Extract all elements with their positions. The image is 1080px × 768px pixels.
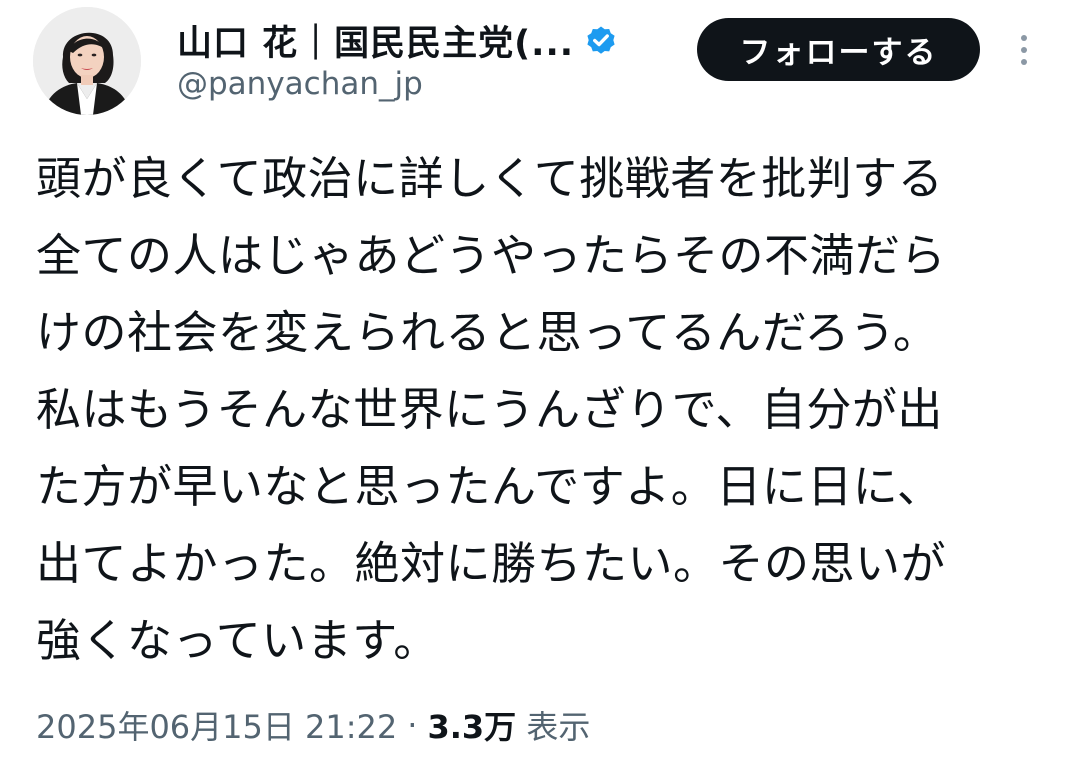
avatar[interactable]: [33, 7, 141, 115]
tweet-text: 頭が良くて政治に詳しくて挑戦者を批判する 全ての人はじゃあどうやったらその不満だ…: [36, 140, 1046, 679]
views-count: 3.3万: [427, 708, 517, 746]
tweet-timestamp[interactable]: 2025年06月15日 21:22: [36, 702, 397, 748]
tweet-text-line: 出てよかった。絶対に勝ちたい。その思いが: [36, 537, 947, 590]
tweet-text-line: 強くなっています。: [36, 614, 439, 667]
more-dot-icon: [1021, 59, 1027, 65]
more-dot-icon: [1021, 47, 1027, 53]
author-name-row[interactable]: 山口 花｜国民民主党(...: [177, 14, 618, 66]
tweet-text-line: 私はもうそんな世界にうんざりで、自分が出: [36, 383, 943, 436]
author-display-name[interactable]: 山口 花｜国民民主党(...: [177, 15, 574, 66]
views-label: 表示: [526, 708, 591, 746]
verified-badge-icon[interactable]: [584, 23, 618, 57]
author-handle[interactable]: @panyachan_jp: [177, 66, 423, 102]
tweet-meta: 2025年06月15日 21:22 · 3.3万 表示: [36, 696, 590, 754]
meta-separator: ·: [407, 706, 418, 744]
tweet-text-line: た方が早いなと思ったんですよ。日に日に、: [36, 460, 943, 513]
tweet-text-line: 全ての人はじゃあどうやったらその不満だら: [36, 229, 947, 282]
tweet-text-line: 頭が良くて政治に詳しくて挑戦者を批判する: [36, 152, 944, 205]
tweet-text-line: けの社会を変えられると思ってるんだろう。: [36, 306, 939, 359]
views-group[interactable]: 3.3万 表示: [427, 702, 590, 748]
follow-button[interactable]: フォローする: [697, 18, 980, 81]
more-options-button[interactable]: [1008, 28, 1040, 72]
more-dot-icon: [1021, 35, 1027, 41]
